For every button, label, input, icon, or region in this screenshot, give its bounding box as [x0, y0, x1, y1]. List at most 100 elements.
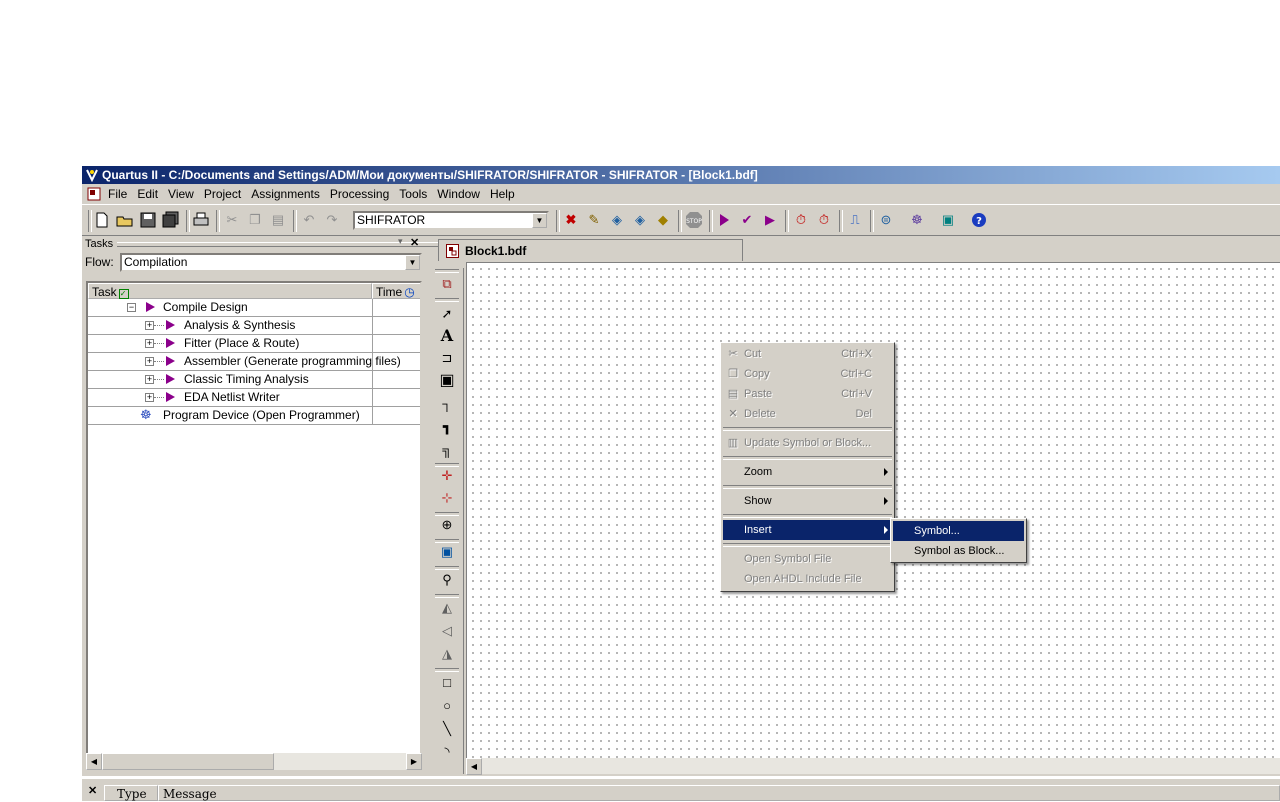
- settings-icon[interactable]: ◈: [631, 211, 649, 229]
- menu-project[interactable]: Project: [199, 184, 246, 204]
- chevron-down-icon[interactable]: ▼: [405, 255, 420, 270]
- scroll-right-icon[interactable]: ▶: [406, 753, 422, 770]
- canvas-horizontal-scrollbar[interactable]: ◀: [466, 758, 1280, 775]
- undo-icon[interactable]: ↶: [300, 211, 318, 229]
- scroll-thumb[interactable]: [102, 753, 274, 770]
- menu-processing[interactable]: Processing: [325, 184, 394, 204]
- cut-icon[interactable]: ✂: [223, 211, 241, 229]
- menu-item-update-symbol[interactable]: ▥ Update Symbol or Block...: [723, 433, 892, 453]
- scroll-left-icon[interactable]: ◀: [86, 753, 102, 770]
- selection-tool-icon[interactable]: ➚: [437, 304, 457, 324]
- print-icon[interactable]: [192, 211, 210, 229]
- flip-vertical-icon[interactable]: ◁: [437, 621, 457, 641]
- menu-item-show[interactable]: Show: [723, 491, 892, 511]
- run-task-icon[interactable]: [146, 302, 155, 312]
- start-analysis-icon[interactable]: ✔: [738, 211, 756, 229]
- task-row-eda-netlist[interactable]: + EDA Netlist Writer: [88, 389, 420, 407]
- paste-icon[interactable]: ▤: [269, 211, 287, 229]
- window-title-bar[interactable]: Quartus II - C:/Documents and Settings/A…: [82, 166, 1280, 184]
- menu-help[interactable]: Help: [485, 184, 520, 204]
- programmer-icon[interactable]: ☸: [140, 407, 152, 423]
- find-icon[interactable]: ⚲: [437, 570, 457, 590]
- expand-icon[interactable]: +: [145, 339, 154, 348]
- arc-tool-icon[interactable]: ◝: [437, 742, 457, 762]
- pin-planner-icon[interactable]: ✎: [585, 211, 603, 229]
- task-row-analysis-synthesis[interactable]: + Analysis & Synthesis: [88, 317, 420, 335]
- rtl-viewer-icon[interactable]: ▣: [939, 211, 957, 229]
- column-header-task[interactable]: Task ✓: [88, 283, 372, 299]
- run-task-icon[interactable]: [166, 338, 175, 348]
- project-hierarchy-combo[interactable]: SHIFRATOR ▼: [353, 211, 549, 230]
- menu-item-delete[interactable]: ✕ Delete Del: [723, 404, 892, 424]
- menu-file[interactable]: File: [103, 184, 132, 204]
- symbol-tool-icon[interactable]: ⊐: [437, 348, 457, 368]
- expand-icon[interactable]: +: [145, 357, 154, 366]
- run-task-icon[interactable]: [166, 374, 175, 384]
- document-system-icon[interactable]: [87, 187, 101, 201]
- task-row-compile-design[interactable]: − Compile Design: [88, 299, 420, 317]
- full-screen-icon[interactable]: ▣: [437, 542, 457, 562]
- expand-icon[interactable]: +: [145, 321, 154, 330]
- save-all-icon[interactable]: [162, 211, 180, 229]
- close-icon[interactable]: ✕: [88, 784, 97, 797]
- expand-icon[interactable]: +: [145, 375, 154, 384]
- menu-item-paste[interactable]: ▤ Paste Ctrl+V: [723, 384, 892, 404]
- menu-item-open-symbol-file[interactable]: Open Symbol File: [723, 549, 892, 569]
- task-row-fitter[interactable]: + Fitter (Place & Route): [88, 335, 420, 353]
- assignment-editor-icon[interactable]: ◈: [608, 211, 626, 229]
- task-row-assembler[interactable]: + Assembler (Generate programming files): [88, 353, 420, 371]
- programmer-icon[interactable]: ☸: [908, 211, 926, 229]
- menu-assignments[interactable]: Assignments: [246, 184, 325, 204]
- detach-window-icon[interactable]: ⧉: [437, 274, 457, 294]
- conduit-tool-icon[interactable]: ╗: [437, 440, 457, 460]
- text-tool-icon[interactable]: A: [437, 326, 457, 346]
- menu-item-insert[interactable]: Insert: [723, 520, 892, 540]
- menu-item-symbol[interactable]: Symbol...: [893, 521, 1024, 541]
- open-folder-icon[interactable]: [116, 211, 134, 229]
- timing-analyzer-icon[interactable]: ⏱: [792, 211, 810, 229]
- start-compilation-icon[interactable]: [715, 211, 733, 229]
- flow-combo[interactable]: Compilation ▼: [120, 253, 422, 272]
- task-row-program-device[interactable]: ☸ Program Device (Open Programmer): [88, 407, 420, 425]
- tasks-horizontal-scrollbar[interactable]: ◀ ▶: [86, 753, 422, 770]
- redo-icon[interactable]: ↷: [323, 211, 341, 229]
- flip-horizontal-icon[interactable]: ◭: [437, 598, 457, 618]
- collapse-icon[interactable]: −: [127, 303, 136, 312]
- menu-tools[interactable]: Tools: [394, 184, 432, 204]
- column-header-message[interactable]: Message: [158, 785, 1280, 801]
- close-icon[interactable]: ✕: [410, 236, 419, 249]
- compiler-tool-icon[interactable]: ✖: [562, 211, 580, 229]
- menu-window[interactable]: Window: [432, 184, 485, 204]
- stop-icon[interactable]: STOP: [685, 211, 703, 229]
- task-row-classic-timing[interactable]: + Classic Timing Analysis: [88, 371, 420, 389]
- rotate-icon[interactable]: ◮: [437, 644, 457, 664]
- copy-icon[interactable]: ❐: [246, 211, 264, 229]
- orthogonal-bus-tool-icon[interactable]: ┓: [437, 417, 457, 437]
- scroll-left-icon[interactable]: ◀: [466, 758, 482, 775]
- panel-dropdown-icon[interactable]: ▾: [398, 236, 403, 247]
- menu-item-copy[interactable]: ❐ Copy Ctrl+C: [723, 364, 892, 384]
- help-icon[interactable]: ?: [970, 211, 988, 229]
- menu-item-open-ahdl-include[interactable]: Open AHDL Include File: [723, 569, 892, 589]
- menu-item-symbol-as-block[interactable]: Symbol as Block...: [893, 541, 1024, 561]
- zoom-tool-icon[interactable]: ⊕: [437, 515, 457, 535]
- rubberbanding-icon[interactable]: ✛: [437, 466, 457, 486]
- oval-tool-icon[interactable]: ○: [437, 696, 457, 716]
- timequest-icon[interactable]: ⏱: [815, 211, 833, 229]
- save-icon[interactable]: [139, 211, 157, 229]
- menu-item-zoom[interactable]: Zoom: [723, 462, 892, 482]
- expand-icon[interactable]: +: [145, 393, 154, 402]
- simulator-icon[interactable]: ⎍: [846, 211, 864, 229]
- rectangle-tool-icon[interactable]: □: [437, 673, 457, 693]
- menu-item-cut[interactable]: ✂ Cut Ctrl+X: [723, 344, 892, 364]
- partial-line-selection-icon[interactable]: ⊹: [437, 488, 457, 508]
- document-tab-block1[interactable]: Block1.bdf: [438, 239, 743, 261]
- chip-planner-icon[interactable]: ◆: [654, 211, 672, 229]
- run-task-icon[interactable]: [166, 356, 175, 366]
- start-timing-icon[interactable]: ▶: [761, 211, 779, 229]
- panel-grip[interactable]: [117, 242, 475, 247]
- column-header-time[interactable]: Time ◷: [372, 283, 420, 299]
- run-task-icon[interactable]: [166, 320, 175, 330]
- column-header-type[interactable]: Type: [104, 785, 158, 801]
- chevron-down-icon[interactable]: ▼: [532, 213, 547, 228]
